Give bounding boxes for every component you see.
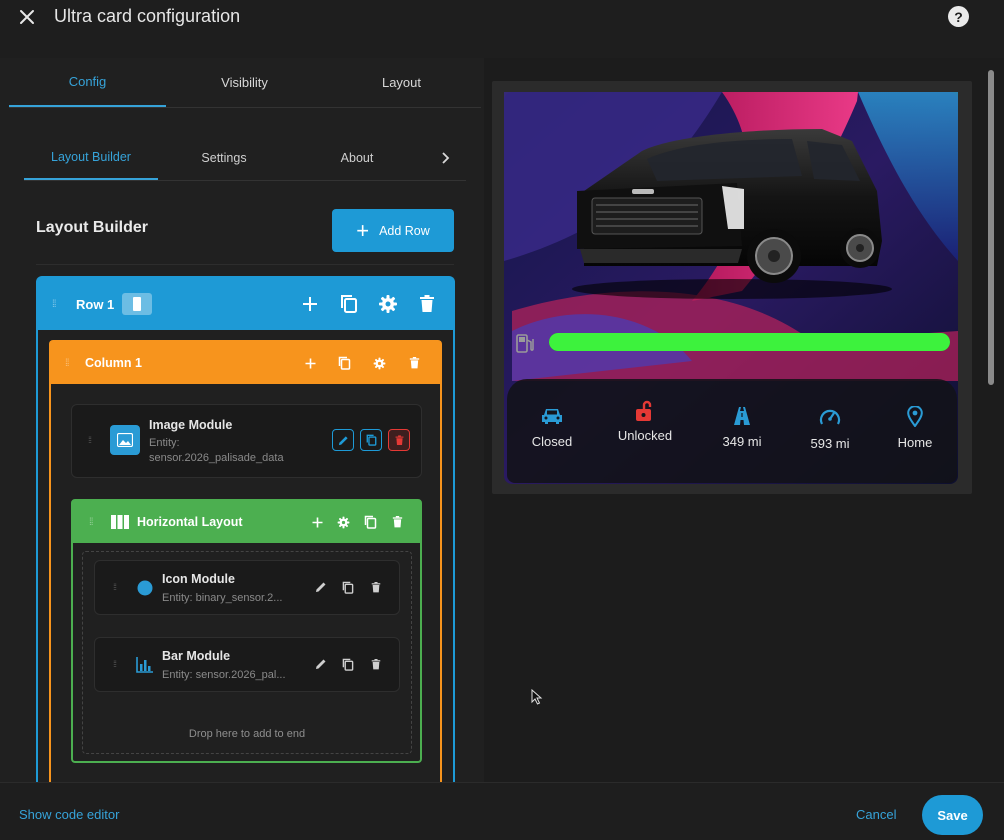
close-icon[interactable] — [14, 4, 40, 30]
module-entity-label: Entity: — [149, 437, 180, 449]
main-tabs: Config Visibility Layout — [9, 58, 481, 108]
fuel-bar-fill — [549, 333, 950, 351]
dialog-footer: Show code editor Cancel Save — [0, 782, 1004, 840]
add-row-label: Add Row — [379, 223, 430, 238]
speedometer-icon — [819, 409, 841, 425]
module-entity: Entity: binary_sensor.2... — [162, 592, 283, 604]
tab-about[interactable]: About — [290, 136, 424, 180]
status-label: 349 mi — [722, 434, 762, 449]
trash-icon[interactable] — [409, 357, 420, 369]
row-title: Row 1 — [76, 296, 115, 312]
tab-config[interactable]: Config — [9, 58, 166, 107]
circle-icon — [137, 580, 153, 601]
tab-layout[interactable]: Layout — [323, 58, 480, 107]
bar-chart-icon — [136, 657, 154, 678]
duplicate-icon[interactable] — [360, 429, 382, 451]
gear-icon[interactable] — [373, 357, 386, 370]
card-preview: Closed Unlocked 349 mi 593 mi Home — [492, 81, 972, 494]
duplicate-icon[interactable] — [342, 658, 354, 671]
delete-icon[interactable] — [388, 429, 410, 451]
module-entity: Entity: sensor.2026_pal... — [162, 669, 286, 681]
status-item-door[interactable]: Closed — [521, 407, 583, 449]
car-icon — [542, 409, 562, 424]
row-layout-badge-icon[interactable] — [122, 293, 153, 315]
module-title: Icon Module — [162, 572, 235, 586]
edit-icon[interactable] — [315, 658, 327, 670]
drag-handle-icon[interactable]: ⁞⁞ — [65, 358, 75, 369]
column-header: ⁞⁞ Column 1 — [51, 342, 440, 384]
location-pin-icon — [907, 405, 923, 428]
edit-icon[interactable] — [332, 429, 354, 451]
status-item-lock[interactable]: Unlocked — [609, 399, 681, 443]
row-card: ⁞⁞ Row 1 ⁞⁞ Column 1 ⁞⁞ Image Module Ent… — [36, 276, 455, 782]
module-title: Image Module — [149, 418, 233, 432]
drag-handle-icon[interactable]: ⁞⁞ — [113, 659, 117, 669]
config-panel: Config Visibility Layout Layout Builder … — [0, 58, 484, 782]
trash-icon[interactable] — [419, 295, 435, 313]
status-label: 593 mi — [810, 436, 850, 451]
gear-icon[interactable] — [378, 294, 398, 314]
image-module-card[interactable]: ⁞⁞ Image Module Entity: sensor.2026_pali… — [71, 404, 422, 478]
column-title: Column 1 — [85, 356, 142, 370]
horizontal-layout-card: ⁞⁞ Horizontal Layout ⁞⁞ Icon Module Enti… — [71, 499, 422, 763]
status-label: Closed — [531, 434, 573, 449]
plus-icon: + — [356, 217, 370, 243]
layout-builder-heading: Layout Builder — [36, 219, 149, 236]
add-module-icon[interactable] — [312, 517, 323, 528]
road-icon — [734, 407, 750, 425]
tab-visibility[interactable]: Visibility — [166, 58, 323, 107]
status-label: Home — [897, 435, 933, 450]
add-column-icon[interactable] — [302, 296, 318, 312]
add-module-icon[interactable] — [305, 358, 316, 369]
cancel-button[interactable]: Cancel — [856, 807, 896, 822]
columns-icon — [111, 515, 129, 529]
bar-module-card[interactable]: ⁞⁞ Bar Module Entity: sensor.2026_pal... — [94, 637, 400, 692]
sub-tabs: Layout Builder Settings About — [24, 136, 466, 181]
duplicate-icon[interactable] — [340, 294, 358, 314]
fuel-pump-icon — [516, 333, 534, 358]
tab-settings[interactable]: Settings — [158, 136, 290, 180]
trash-icon[interactable] — [371, 659, 381, 670]
icon-module-card[interactable]: ⁞⁞ Icon Module Entity: binary_sensor.2..… — [94, 560, 400, 615]
mouse-cursor-icon — [531, 688, 543, 710]
drag-handle-icon[interactable]: ⁞⁞ — [88, 435, 92, 445]
help-icon[interactable]: ? — [948, 6, 969, 27]
add-row-button[interactable]: + Add Row — [332, 209, 454, 252]
dialog-header: Ultra card configuration ? — [0, 0, 1004, 58]
save-button[interactable]: Save — [922, 795, 983, 835]
horizontal-layout-title: Horizontal Layout — [137, 515, 243, 529]
row-header: ⁞⁞ Row 1 — [38, 278, 453, 330]
image-icon — [110, 425, 140, 455]
trash-icon[interactable] — [392, 516, 403, 528]
horizontal-layout-header: ⁞⁞ Horizontal Layout — [73, 501, 420, 543]
trash-icon[interactable] — [371, 582, 381, 593]
edit-icon[interactable] — [315, 581, 327, 593]
duplicate-icon[interactable] — [364, 515, 377, 529]
divider — [36, 264, 454, 265]
tab-layout-builder[interactable]: Layout Builder — [24, 136, 158, 180]
status-label: Unlocked — [617, 428, 673, 443]
status-item-range[interactable]: 349 mi — [708, 407, 776, 449]
drag-handle-icon[interactable]: ⁞⁞ — [89, 517, 99, 528]
status-item-location[interactable]: Home — [882, 405, 948, 450]
gear-icon[interactable] — [337, 516, 350, 529]
drop-hint: Drop here to add to end — [188, 728, 306, 740]
drop-zone[interactable]: ⁞⁞ Icon Module Entity: binary_sensor.2..… — [82, 551, 412, 754]
drag-handle-icon[interactable]: ⁞⁞ — [52, 299, 62, 310]
chevron-right-icon[interactable] — [428, 136, 462, 180]
fuel-bar-track — [549, 333, 950, 351]
duplicate-icon[interactable] — [342, 581, 354, 594]
unlock-icon — [636, 400, 652, 421]
status-item-odometer[interactable]: 593 mi — [795, 407, 865, 451]
module-title: Bar Module — [162, 649, 231, 663]
drag-handle-icon[interactable]: ⁞⁞ — [113, 582, 117, 592]
module-entity-value: sensor.2026_palisade_data — [149, 452, 284, 464]
status-strip: Closed Unlocked 349 mi 593 mi Home — [507, 379, 957, 483]
dialog-title: Ultra card configuration — [54, 6, 241, 26]
scrollbar-thumb[interactable] — [988, 70, 994, 385]
show-code-editor-link[interactable]: Show code editor — [19, 807, 119, 822]
column-card: ⁞⁞ Column 1 ⁞⁞ Image Module Entity: sens… — [49, 340, 442, 782]
duplicate-icon[interactable] — [338, 356, 351, 370]
